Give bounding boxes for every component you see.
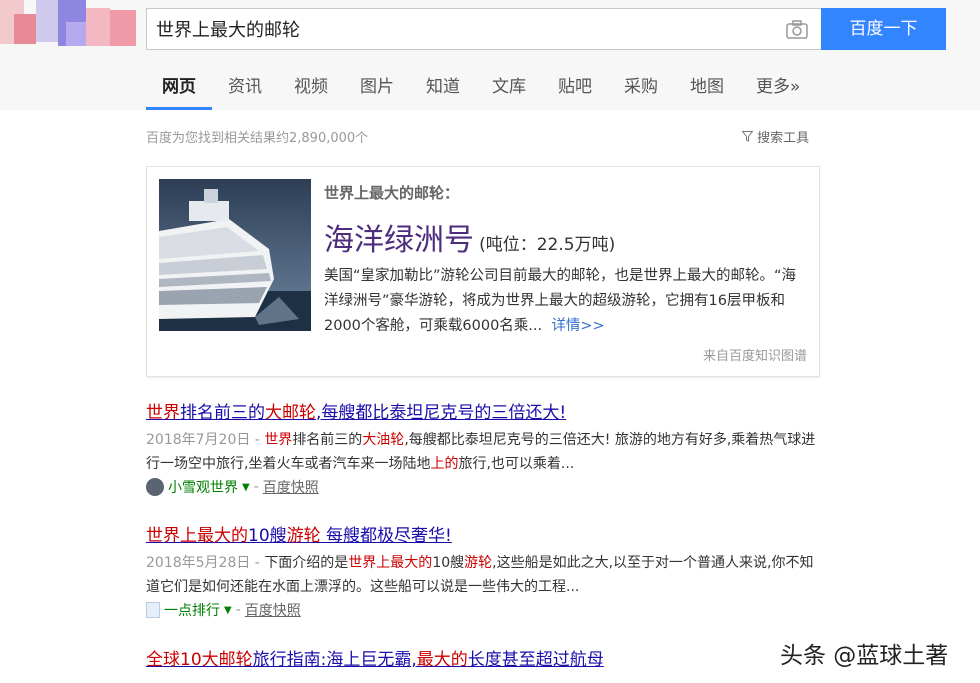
- result-item: 全球10大邮轮旅行指南:海上巨无霸,最大的长度甚至超过航母: [146, 645, 816, 670]
- search-input[interactable]: [147, 9, 767, 49]
- caret-down-icon[interactable]: ▼: [242, 482, 250, 493]
- snapshot-link[interactable]: 百度快照: [263, 477, 319, 497]
- source-logo-icon: [146, 602, 160, 618]
- watermark: 头条 @蓝球土著: [780, 643, 949, 669]
- snapshot-link[interactable]: 百度快照: [245, 600, 301, 620]
- filter-icon: [741, 131, 757, 146]
- search-tabs: 网页 资讯 视频 图片 知道 文库 贴吧 采购 地图 更多»: [146, 62, 816, 110]
- card-answer-title[interactable]: 海洋绿洲号: [324, 223, 474, 258]
- result-source: 小雪观世界 ▼ - 百度快照: [146, 477, 816, 497]
- result-abstract: 2018年5月28日 - 下面介绍的是世界上最大的10艘游轮,这些船是如此之大,…: [146, 555, 814, 595]
- search-button[interactable]: 百度一下: [821, 8, 946, 50]
- tab-video[interactable]: 视频: [278, 62, 344, 110]
- caret-down-icon[interactable]: ▼: [224, 605, 232, 616]
- card-answer: 海洋绿洲号 (吨位：22.5万吨): [324, 215, 615, 259]
- tab-images[interactable]: 图片: [344, 62, 410, 110]
- card-question: 世界上最大的邮轮：: [324, 184, 460, 202]
- result-abstract: 2018年7月20日 - 世界排名前三的大油轮,每艘都比泰坦尼克号的三倍还大! …: [146, 432, 816, 472]
- result-title-link[interactable]: 全球10大邮轮旅行指南:海上巨无霸,最大的长度甚至超过航母: [146, 645, 816, 670]
- card-description: 美国“皇家加勒比”游轮公司目前最大的邮轮，也是世界上最大的邮轮。“海洋绿洲号”豪…: [324, 264, 809, 339]
- knowledge-card: 世界上最大的邮轮： 海洋绿洲号 (吨位：22.5万吨) 美国“皇家加勒比”游轮公…: [146, 166, 820, 377]
- result-source: 一点排行 ▼ - 百度快照: [146, 600, 816, 620]
- camera-icon[interactable]: [786, 19, 808, 39]
- result-source-name[interactable]: 一点排行: [164, 600, 220, 620]
- blurred-logo[interactable]: [0, 0, 138, 54]
- search-tools-label: 搜索工具: [757, 131, 810, 146]
- tab-tieba[interactable]: 贴吧: [542, 62, 608, 110]
- search-tools-button[interactable]: 搜索工具: [741, 127, 810, 146]
- cruise-ship-image[interactable]: [159, 179, 311, 331]
- tab-web[interactable]: 网页: [146, 62, 212, 110]
- header: 百度一下 网页 资讯 视频 图片 知道 文库 贴吧 采购 地图 更多»: [0, 0, 980, 110]
- avatar: [146, 478, 164, 496]
- result-item: 世界上最大的10艘游轮 每艘都极尽奢华! 2018年5月28日 - 下面介绍的是…: [146, 521, 816, 620]
- tab-caigou[interactable]: 采购: [608, 62, 674, 110]
- tab-news[interactable]: 资讯: [212, 62, 278, 110]
- result-item: 世界排名前三的大邮轮,每艘都比泰坦尼克号的三倍还大! 2018年7月20日 - …: [146, 398, 816, 497]
- result-count: 百度为您找到相关结果约2,890,000个: [146, 131, 369, 146]
- tab-more[interactable]: 更多»: [740, 62, 816, 110]
- tab-map[interactable]: 地图: [674, 62, 740, 110]
- card-source: 来自百度知识图谱: [702, 349, 807, 364]
- result-title-link[interactable]: 世界上最大的10艘游轮 每艘都极尽奢华!: [146, 521, 816, 546]
- result-source-name[interactable]: 小雪观世界: [168, 477, 238, 497]
- card-answer-detail: (吨位：22.5万吨): [479, 235, 616, 255]
- search-box: [146, 8, 822, 50]
- tab-zhidao[interactable]: 知道: [410, 62, 476, 110]
- result-title-link[interactable]: 世界排名前三的大邮轮,每艘都比泰坦尼克号的三倍还大!: [146, 398, 816, 423]
- card-more-link[interactable]: 详情>>: [551, 318, 604, 334]
- tab-wenku[interactable]: 文库: [476, 62, 542, 110]
